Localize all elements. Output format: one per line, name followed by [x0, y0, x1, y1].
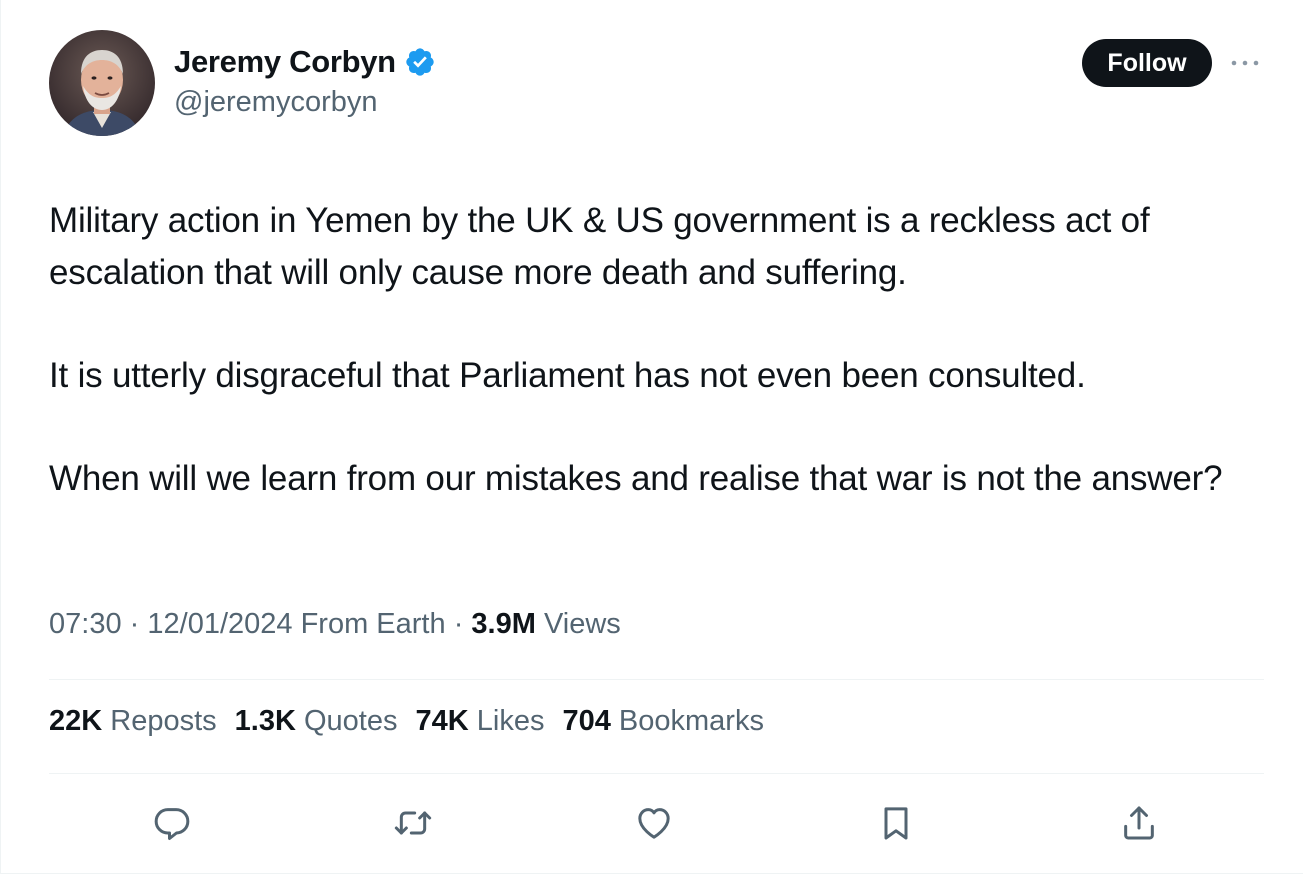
like-icon: [638, 808, 670, 839]
stat-label: Quotes: [303, 705, 398, 737]
author-name-row: Jeremy Corbyn: [174, 42, 436, 82]
tweet-text: Military action in Yemen by the UK & US …: [49, 195, 1279, 504]
stat-quotes[interactable]: 1.3K Quotes: [235, 705, 398, 738]
stat-label: Bookmarks: [618, 705, 764, 737]
tweet-paragraph: It is utterly disgraceful that Parliamen…: [49, 355, 1086, 395]
divider: [49, 773, 1264, 774]
share-icon: [1124, 806, 1154, 840]
avatar-image: [49, 30, 155, 136]
verified-badge-icon[interactable]: [404, 46, 436, 78]
tweet-meta: 07:30 · 12/01/2024 From Earth · 3.9M Vie…: [49, 608, 621, 641]
stat-count: 74K: [415, 705, 469, 737]
stat-label: Likes: [476, 705, 545, 737]
stat-label: Reposts: [110, 705, 217, 737]
tweet-paragraph: Military action in Yemen by the UK & US …: [49, 201, 1150, 292]
bookmark-icon: [884, 807, 908, 840]
tweet-paragraph: When will we learn from our mistakes and…: [49, 458, 1223, 498]
meta-separator: ·: [129, 608, 140, 640]
views-label: Views: [543, 608, 621, 640]
author-handle[interactable]: @jeremycorbyn: [174, 86, 378, 119]
stat-count: 704: [562, 705, 611, 737]
avatar[interactable]: [49, 30, 155, 136]
follow-button[interactable]: Follow: [1082, 39, 1212, 87]
repost-icon: [394, 811, 432, 835]
reply-button[interactable]: [149, 800, 195, 846]
stat-likes[interactable]: 74K Likes: [415, 705, 544, 738]
meta-separator: ·: [453, 608, 464, 640]
reply-icon: [154, 808, 190, 840]
engagement-stats: 22K Reposts 1.3K Quotes 74K Likes 704 Bo…: [49, 705, 764, 738]
views-count: 3.9M: [471, 608, 536, 640]
tweet-card: Jeremy Corbyn @jeremycorbyn Follow Milit…: [0, 0, 1303, 874]
like-button[interactable]: [631, 800, 677, 846]
share-button[interactable]: [1116, 800, 1162, 846]
repost-button[interactable]: [390, 800, 436, 846]
tweet-date[interactable]: 12/01/2024: [147, 608, 292, 640]
stat-count: 22K: [49, 705, 103, 737]
stat-bookmarks[interactable]: 704 Bookmarks: [562, 705, 764, 738]
more-dots-icon[interactable]: [1227, 50, 1263, 76]
divider: [49, 679, 1264, 680]
bookmark-button[interactable]: [873, 800, 919, 846]
author-display-name[interactable]: Jeremy Corbyn: [174, 44, 396, 80]
tweet-location: From Earth: [300, 608, 446, 640]
stat-reposts[interactable]: 22K Reposts: [49, 705, 217, 738]
action-bar: [1, 800, 1303, 846]
stat-count: 1.3K: [234, 705, 296, 737]
tweet-time[interactable]: 07:30: [49, 608, 122, 640]
